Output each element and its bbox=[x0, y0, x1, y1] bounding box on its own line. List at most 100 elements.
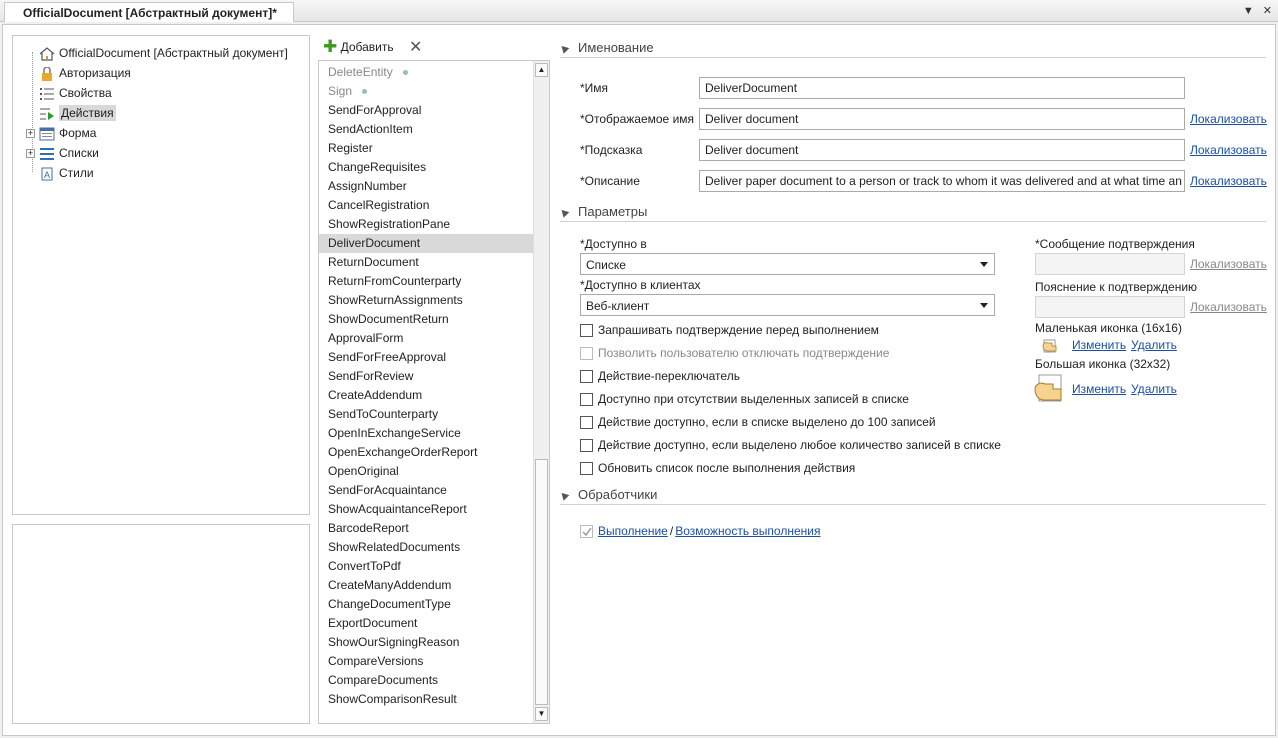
list-item[interactable]: ConvertToPdf bbox=[319, 557, 533, 576]
small-icon-label: Маленькая иконка (16x16) bbox=[1035, 321, 1182, 335]
list-item[interactable]: CancelRegistration bbox=[319, 196, 533, 215]
localize-confirm-message-link[interactable]: Локализовать bbox=[1190, 257, 1267, 271]
expand-icon[interactable]: + bbox=[26, 129, 35, 139]
list-item[interactable]: ShowComparisonResult bbox=[319, 690, 533, 709]
list-item[interactable]: ShowRegistrationPane bbox=[319, 215, 533, 234]
list-item[interactable]: SendForAcquaintance bbox=[319, 481, 533, 500]
list-item[interactable]: SendToCounterparty bbox=[319, 405, 533, 424]
list-item[interactable]: DeliverDocument bbox=[319, 234, 533, 253]
localize-display-link[interactable]: Локализовать bbox=[1190, 112, 1267, 126]
list-item[interactable]: SendForFreeApproval bbox=[319, 348, 533, 367]
name-label: *Имя bbox=[580, 81, 609, 95]
expand-icon[interactable]: + bbox=[26, 149, 35, 159]
list-item[interactable]: DeleteEntity bbox=[319, 63, 533, 82]
confirm-explanation-input[interactable] bbox=[1035, 296, 1185, 318]
checkbox-available-no-selection[interactable]: Доступно при отсутствии выделенных запис… bbox=[580, 389, 909, 409]
localize-confirm-explanation-link[interactable]: Локализовать bbox=[1190, 300, 1267, 314]
handlers-row: Выполнение / Возможность выполнения bbox=[580, 521, 820, 541]
scroll-down-icon[interactable]: ▼ bbox=[535, 707, 548, 721]
confirm-explanation-label: Пояснение к подтверждению bbox=[1035, 280, 1198, 294]
list-item[interactable]: OpenExchangeOrderReport bbox=[319, 443, 533, 462]
checkbox[interactable] bbox=[580, 347, 593, 361]
checkbox-request-confirmation[interactable]: Запрашивать подтверждение перед выполнен… bbox=[580, 320, 879, 340]
checkbox-available-any-count[interactable]: Действие доступно, если выделено любое к… bbox=[580, 435, 1001, 455]
actions-scrollbar[interactable]: ▲ ▼ bbox=[533, 61, 549, 723]
list-item[interactable]: ShowOurSigningReason bbox=[319, 633, 533, 652]
list-item[interactable]: ExportDocument bbox=[319, 614, 533, 633]
tree-item-properties[interactable]: Свойства bbox=[39, 83, 112, 103]
list-item[interactable]: ShowRelatedDocuments bbox=[319, 538, 533, 557]
tree-item-form[interactable]: + Форма bbox=[26, 123, 96, 143]
list-item[interactable]: AssignNumber bbox=[319, 177, 533, 196]
display-name-input[interactable]: Deliver document bbox=[699, 108, 1185, 130]
section-parameters[interactable]: Параметры bbox=[558, 204, 1266, 222]
list-item[interactable]: ShowDocumentReturn bbox=[319, 310, 533, 329]
list-item[interactable]: SendForApproval bbox=[319, 101, 533, 120]
section-handlers[interactable]: Обработчики bbox=[558, 487, 1266, 505]
checkbox-available-up-to-100[interactable]: Действие доступно, если в списке выделен… bbox=[580, 412, 936, 432]
lists-icon bbox=[39, 147, 55, 161]
scroll-up-icon[interactable]: ▲ bbox=[535, 63, 548, 77]
status-dot-icon bbox=[402, 70, 408, 76]
tree-item-root[interactable]: OfficialDocument [Абстрактный документ] bbox=[39, 43, 288, 63]
clients-select[interactable]: Веб-клиент bbox=[580, 294, 995, 316]
can-execute-handler-link[interactable]: Возможность выполнения bbox=[675, 524, 820, 538]
list-item[interactable]: CompareVersions bbox=[319, 652, 533, 671]
section-naming[interactable]: Именование bbox=[558, 40, 1266, 58]
close-icon[interactable]: ✕ bbox=[1263, 5, 1272, 17]
list-item[interactable]: CreateAddendum bbox=[319, 386, 533, 405]
preview-panel bbox=[12, 524, 310, 724]
list-item[interactable]: ChangeDocumentType bbox=[319, 595, 533, 614]
execute-handler-link[interactable]: Выполнение bbox=[598, 524, 668, 538]
chevron-down-icon bbox=[980, 303, 988, 308]
list-item[interactable]: OpenOriginal bbox=[319, 462, 533, 481]
hint-input[interactable]: Deliver document bbox=[699, 139, 1185, 161]
small-icon-delete-link[interactable]: Удалить bbox=[1131, 338, 1177, 352]
tree-item-authorization[interactable]: Авторизация bbox=[39, 63, 131, 83]
list-item[interactable]: OpenInExchangeService bbox=[319, 424, 533, 443]
hint-label: *Подсказка bbox=[580, 143, 643, 157]
list-item[interactable]: CompareDocuments bbox=[319, 671, 533, 690]
list-item[interactable]: CreateManyAddendum bbox=[319, 576, 533, 595]
checkbox-allow-disable-confirmation[interactable]: Позволить пользователю отключать подтвер… bbox=[580, 343, 889, 363]
tree-item-lists[interactable]: + Списки bbox=[26, 143, 99, 163]
list-item[interactable]: Sign bbox=[319, 82, 533, 101]
list-item[interactable]: ReturnDocument bbox=[319, 253, 533, 272]
list-item[interactable]: SendForReview bbox=[319, 367, 533, 386]
name-input[interactable]: DeliverDocument bbox=[699, 77, 1185, 99]
list-item[interactable]: ApprovalForm bbox=[319, 329, 533, 348]
checkbox-refresh-list[interactable]: Обновить список после выполнения действи… bbox=[580, 458, 855, 478]
confirm-message-input[interactable] bbox=[1035, 253, 1185, 275]
list-item[interactable]: ShowAcquaintanceReport bbox=[319, 500, 533, 519]
checkbox[interactable] bbox=[580, 370, 593, 384]
localize-description-link[interactable]: Локализовать bbox=[1190, 174, 1267, 188]
list-item[interactable]: ChangeRequisites bbox=[319, 158, 533, 177]
dropdown-icon[interactable]: ▼ bbox=[1243, 5, 1254, 17]
description-input[interactable]: Deliver paper document to a person or tr… bbox=[699, 170, 1185, 192]
list-item[interactable]: ShowReturnAssignments bbox=[319, 291, 533, 310]
scroll-thumb[interactable] bbox=[535, 459, 548, 705]
list-item[interactable]: BarcodeReport bbox=[319, 519, 533, 538]
checkbox[interactable] bbox=[580, 416, 593, 430]
checkbox-toggle-action[interactable]: Действие-переключатель bbox=[580, 366, 740, 386]
list-item[interactable]: ReturnFromCounterparty bbox=[319, 272, 533, 291]
available-in-select[interactable]: Списке bbox=[580, 253, 995, 275]
small-icon-change-link[interactable]: Изменить bbox=[1072, 338, 1126, 352]
localize-hint-link[interactable]: Локализовать bbox=[1190, 143, 1267, 157]
add-action-button[interactable]: ✚ Добавить bbox=[323, 37, 394, 55]
tree-item-styles[interactable]: A Стили bbox=[39, 163, 94, 183]
delete-action-icon[interactable]: ✕ bbox=[409, 37, 422, 57]
list-item[interactable]: Register bbox=[319, 139, 533, 158]
large-icon-delete-link[interactable]: Удалить bbox=[1131, 382, 1177, 396]
list-item[interactable]: SendActionItem bbox=[319, 120, 533, 139]
checkbox[interactable] bbox=[580, 393, 593, 407]
checkbox[interactable] bbox=[580, 324, 593, 338]
actions-list-body: DeleteEntity Sign SendForApproval SendActio… bbox=[319, 63, 533, 709]
tree-item-actions[interactable]: Действия bbox=[39, 103, 116, 123]
checkbox[interactable] bbox=[580, 462, 593, 476]
tab-document[interactable]: OfficialDocument [Абстрактный документ]* bbox=[4, 2, 294, 22]
large-icon-change-link[interactable]: Изменить bbox=[1072, 382, 1126, 396]
checkbox[interactable] bbox=[580, 439, 593, 453]
tabbar-controls: ▼ ✕ bbox=[1243, 4, 1272, 17]
large-hand-icon bbox=[1034, 372, 1066, 407]
